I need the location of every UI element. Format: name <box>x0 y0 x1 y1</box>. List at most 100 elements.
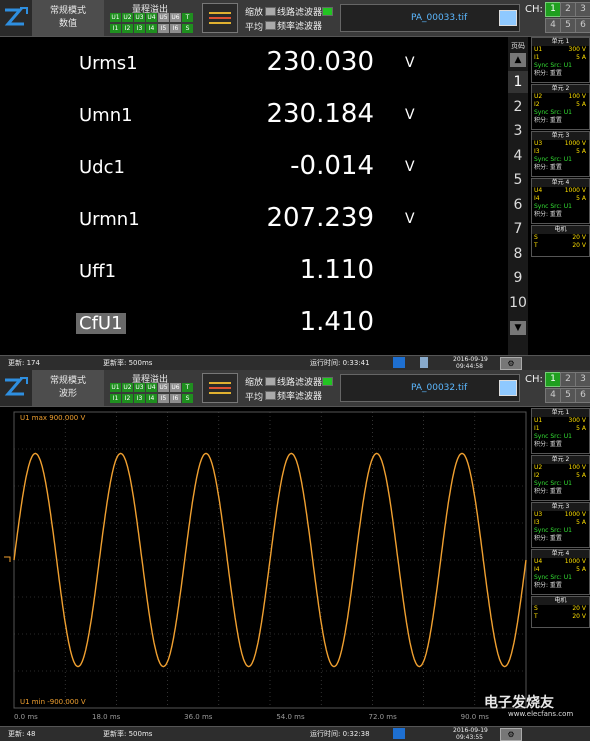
unit-title: 单元 3 <box>532 132 589 140</box>
measurement-label[interactable]: Udc1 <box>79 157 125 178</box>
measurement-value: 230.030 <box>266 47 374 77</box>
freq-filter-checkbox-2[interactable] <box>265 391 276 400</box>
line-filter-checkbox-2[interactable] <box>265 377 276 386</box>
numeric-area: Urms1 230.030 V Umn1 230.184 V Udc1 -0.014 V Urmn… <box>0 37 508 355</box>
channel-button-5[interactable]: 5 <box>560 18 576 33</box>
channel-button-3[interactable]: 3 <box>575 2 590 17</box>
file-info-box[interactable]: PA_00033.tif <box>340 4 520 32</box>
unit-panel-1[interactable]: 单元 1 U1 300 V I1 5 A Sync Src: U1 积分: 重置 <box>531 37 590 83</box>
unit-voltage-row: U3 1000 V <box>532 140 589 148</box>
channel-button-4[interactable]: 4 <box>545 388 561 403</box>
overrange-indicator: I1 <box>110 394 121 403</box>
channel-button-1[interactable]: 1 <box>545 372 561 387</box>
motor-torque-name: T <box>534 613 538 620</box>
page-number-3[interactable]: 3 <box>508 120 528 142</box>
settings-gear-button-2[interactable]: ⚙ <box>500 728 522 741</box>
unit-current-range: 5 A <box>576 425 586 432</box>
channel-button-2[interactable]: 2 <box>560 372 576 387</box>
unit-voltage-range: 1000 V <box>564 558 586 565</box>
unit-panel-2[interactable]: 单元 2 U2 100 V I2 5 A Sync Src: U1 积分: 重置 <box>531 84 590 130</box>
usb-icon <box>420 357 428 368</box>
overrange-indicator: I2 <box>122 24 133 33</box>
measurement-label[interactable]: Urms1 <box>79 53 138 74</box>
unit-panel-2[interactable]: 单元 2 U2 100 V I2 5 A Sync Src: U1 积分: 重置 <box>531 455 590 501</box>
overrange-indicator: I1 <box>110 24 121 33</box>
measurement-label[interactable]: Uff1 <box>79 261 116 282</box>
unit-voltage-row: U4 1000 V <box>532 187 589 195</box>
unit-voltage-range: 1000 V <box>564 187 586 194</box>
mode-display-2[interactable]: 常规模式 波形 <box>32 370 104 406</box>
page-number-7[interactable]: 7 <box>508 218 528 240</box>
measurement-label[interactable]: Umn1 <box>79 105 133 126</box>
unit-sync-source: Sync Src: U1 <box>534 574 572 581</box>
unit-voltage-row: U1 300 V <box>532 417 589 425</box>
motor-torque-row: T 20 V <box>532 242 589 250</box>
overrange-indicator: U4 <box>146 383 157 392</box>
channel-button-1[interactable]: 1 <box>545 2 561 17</box>
page-down-button[interactable]: ▼ <box>510 321 526 335</box>
page-number-10[interactable]: 10 <box>508 292 528 314</box>
unit-current-range: 5 A <box>576 566 586 573</box>
unit-current-row: I3 5 A <box>532 148 589 156</box>
freq-filter-checkbox[interactable] <box>265 21 276 30</box>
measurement-label[interactable]: Urmn1 <box>79 209 140 230</box>
page-up-button[interactable]: ▲ <box>510 53 526 67</box>
unit-panel-1[interactable]: 单元 1 U1 300 V I1 5 A Sync Src: U1 积分: 重置 <box>531 408 590 454</box>
channel-button-4[interactable]: 4 <box>545 18 561 33</box>
file-info-box-2[interactable]: PA_00032.tif <box>340 374 520 402</box>
unit-integration: 积分: 重置 <box>534 70 562 77</box>
unit-sync-source: Sync Src: U1 <box>534 480 572 487</box>
unit-integration: 积分: 重置 <box>534 488 562 495</box>
unit-voltage-row: U1 300 V <box>532 46 589 54</box>
motor-panel[interactable]: 电机 S 20 V T 20 V <box>531 225 590 257</box>
unit-voltage-name: U2 <box>534 93 543 100</box>
page-number-5[interactable]: 5 <box>508 169 528 191</box>
mode2-line2: 波形 <box>58 389 77 399</box>
zoom-label-2: 缩放 <box>245 378 264 388</box>
motor-panel[interactable]: 电机 S 20 V T 20 V <box>531 596 590 628</box>
unit-voltage-name: U1 <box>534 46 543 53</box>
page-number-1[interactable]: 1 <box>508 71 528 93</box>
monitor-icon <box>393 357 405 368</box>
date: 2016-09-19 <box>453 356 488 363</box>
unit-integration: 积分: 重置 <box>534 164 562 171</box>
page-number-6[interactable]: 6 <box>508 194 528 216</box>
unit-title: 单元 3 <box>532 503 589 511</box>
channel-button-3[interactable]: 3 <box>575 372 590 387</box>
filter-icon-2[interactable] <box>202 373 238 403</box>
overrange-indicator: I4 <box>146 394 157 403</box>
filter-icon[interactable] <box>202 3 238 33</box>
time: 09:44:58 <box>456 363 483 370</box>
unit-panel-4[interactable]: 单元 4 U4 1000 V I4 5 A Sync Src: U1 积分: 重置 <box>531 549 590 595</box>
unit-panel-3[interactable]: 单元 3 U3 1000 V I3 5 A Sync Src: U1 积分: 重置 <box>531 131 590 177</box>
page-number-4[interactable]: 4 <box>508 145 528 167</box>
overrange-indicator: U6 <box>170 383 181 392</box>
measurement-unit: V <box>405 55 415 71</box>
page-number-2[interactable]: 2 <box>508 96 528 118</box>
page-number-8[interactable]: 8 <box>508 243 528 265</box>
channel-button-5[interactable]: 5 <box>560 388 576 403</box>
unit-current-name: I3 <box>534 148 540 155</box>
channel-button-2[interactable]: 2 <box>560 2 576 17</box>
unit-title: 单元 2 <box>532 456 589 464</box>
toolbar-bottom: 常规模式 波形 量程溢出 U1 U2 U3 U4 U5 U6 T I1 I2 I3 I4 I5 I6 S … <box>0 370 590 407</box>
measurement-label[interactable]: CfU1 <box>76 313 126 334</box>
channel-button-6[interactable]: 6 <box>575 18 590 33</box>
channel-button-6[interactable]: 6 <box>575 388 590 403</box>
runtime: 运行时间: 0:33:41 <box>310 359 370 367</box>
line-filter-indicator-2[interactable] <box>322 377 333 386</box>
overrange-indicator: I6 <box>170 24 181 33</box>
unit-panel-3[interactable]: 单元 3 U3 1000 V I3 5 A Sync Src: U1 积分: 重置 <box>531 502 590 548</box>
line-filter-checkbox[interactable] <box>265 7 276 16</box>
unit-panel-4[interactable]: 单元 4 U4 1000 V I4 5 A Sync Src: U1 积分: 重置 <box>531 178 590 224</box>
settings-gear-button[interactable]: ⚙ <box>500 357 522 370</box>
unit-voltage-name: U3 <box>534 140 543 147</box>
overrange-indicator: U1 <box>110 383 121 392</box>
unit-current-row: I2 5 A <box>532 472 589 480</box>
unit-title: 单元 4 <box>532 179 589 187</box>
mode-display[interactable]: 常规模式 数值 <box>32 0 104 36</box>
overrange-indicator: I5 <box>158 394 169 403</box>
freq-filter-label-2: 频率滤波器 <box>277 392 323 402</box>
line-filter-indicator[interactable] <box>322 7 333 16</box>
page-number-9[interactable]: 9 <box>508 267 528 289</box>
